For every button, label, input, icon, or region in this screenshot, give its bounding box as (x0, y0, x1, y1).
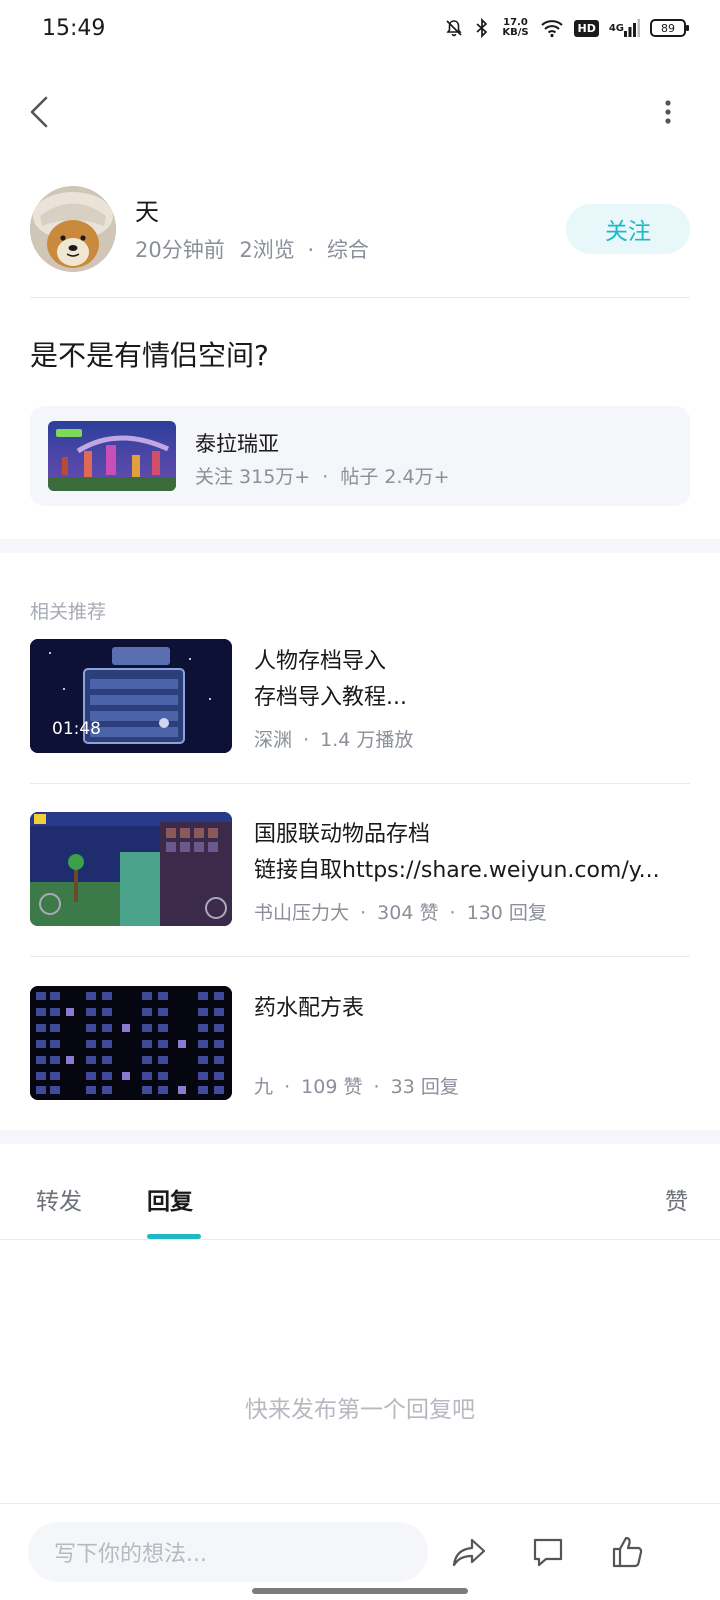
status-icons: 17.0 KB/S HD 4G 89 (444, 18, 689, 38)
share-icon (452, 1538, 486, 1567)
section-divider (0, 539, 720, 553)
status-bar: 15:49 17.0 KB/S HD 4G 89 (0, 0, 720, 64)
wifi-icon (540, 18, 564, 38)
signal-label: 4G (608, 22, 624, 34)
divider (30, 297, 690, 298)
forum-card[interactable]: 泰拉瑞亚 关注 315万+ · 帖子 2.4万+ (30, 406, 690, 506)
tab-reply[interactable]: 回复 (147, 1182, 193, 1216)
back-arrow-icon (30, 96, 48, 128)
list-item-author: 深渊 (254, 729, 293, 751)
list-item-stat: 1.4 万播放 (320, 729, 414, 751)
forum-followers: 关注 315万+ (195, 466, 311, 488)
meta-separator: · (307, 238, 315, 262)
author-meta: 20分钟前 2浏览 · 综合 (135, 234, 369, 264)
section-divider (0, 1130, 720, 1144)
signal-icon: 4G (609, 19, 640, 37)
battery-icon: 89 (650, 19, 689, 37)
meta-separator: · (284, 1076, 291, 1098)
forum-name: 泰拉瑞亚 (195, 432, 279, 456)
back-button[interactable] (24, 94, 56, 130)
post-category: 综合 (326, 238, 369, 262)
view-count: 2浏览 (239, 238, 295, 262)
meta-separator: · (303, 729, 310, 751)
home-indicator[interactable] (252, 1588, 468, 1594)
list-item-meta: 九 · 109 赞 · 33 回复 (254, 1072, 459, 1099)
tab-forward[interactable]: 转发 (36, 1182, 82, 1216)
author-name[interactable]: 天 (135, 192, 159, 227)
list-item-author: 九 (254, 1076, 274, 1098)
author-row: 天 20分钟前 2浏览 · 综合 关注 (30, 186, 690, 274)
tab-indicator (147, 1234, 201, 1239)
list-item-replies: 130 回复 (466, 902, 547, 924)
meta-separator: · (449, 902, 456, 924)
list-item[interactable]: 01:48 人物存档导入 存档导入教程... 深渊 · 1.4 万播放 (30, 639, 690, 755)
list-item-subtitle: 存档导入教程... (254, 685, 407, 710)
divider (30, 783, 690, 784)
list-item-title: 人物存档导入 (254, 649, 387, 674)
recommend-header: 相关推荐 (30, 601, 107, 623)
list-item-author: 书山压力大 (254, 902, 350, 924)
more-options-button[interactable] (656, 94, 680, 130)
post-thumbnail (30, 812, 232, 926)
list-item-subtitle: 链接自取https://share.weiyun.com/y... (254, 858, 660, 883)
comment-button[interactable] (530, 1534, 566, 1570)
net-speed: 17.0 KB/S (500, 18, 530, 38)
comment-tabs: 转发 回复 赞 (0, 1160, 720, 1240)
list-item-likes: 304 赞 (377, 902, 439, 924)
list-item[interactable]: 药水配方表 九 · 109 赞 · 33 回复 (30, 986, 690, 1102)
bottom-bar: 写下你的想法... (0, 1503, 720, 1600)
tab-like[interactable]: 赞 (665, 1182, 688, 1216)
divider (30, 956, 690, 957)
list-item-meta: 书山压力大 · 304 赞 · 130 回复 (254, 898, 547, 925)
forum-stats: 关注 315万+ · 帖子 2.4万+ (195, 462, 450, 489)
forum-posts: 帖子 2.4万+ (340, 466, 450, 488)
forum-stats-separator: · (322, 466, 329, 488)
net-speed-unit: KB/S (502, 27, 529, 38)
follow-button[interactable]: 关注 (566, 204, 690, 254)
list-item-meta: 深渊 · 1.4 万播放 (254, 725, 413, 752)
like-button[interactable] (610, 1534, 646, 1570)
list-item-likes: 109 赞 (301, 1076, 363, 1098)
thumbs-up-icon (612, 1536, 643, 1568)
avatar[interactable] (30, 186, 116, 272)
mute-bell-icon (444, 18, 464, 38)
post-thumbnail (30, 986, 232, 1100)
more-vertical-icon (665, 100, 671, 124)
empty-state-text: 快来发布第一个回复吧 (245, 1397, 475, 1423)
list-item-title: 药水配方表 (254, 996, 365, 1021)
video-duration: 01:48 (52, 719, 101, 739)
share-button[interactable] (452, 1534, 488, 1570)
comment-icon (533, 1538, 563, 1567)
list-item-replies: 33 回复 (390, 1076, 459, 1098)
forum-thumbnail (48, 421, 176, 491)
meta-separator: · (373, 1076, 380, 1098)
video-thumbnail: 01:48 (30, 639, 232, 753)
nav-bar (0, 80, 720, 144)
meta-separator: · (360, 902, 367, 924)
comment-input[interactable]: 写下你的想法... (28, 1522, 428, 1582)
bluetooth-icon (474, 18, 490, 38)
post-time: 20分钟前 (135, 238, 225, 262)
battery-level: 89 (661, 21, 675, 35)
hd-badge: HD (574, 19, 599, 37)
list-item-title: 国服联动物品存档 (254, 822, 431, 847)
list-item[interactable]: 国服联动物品存档 链接自取https://share.weiyun.com/y.… (30, 812, 690, 928)
status-time: 15:49 (42, 16, 106, 41)
post-title: 是不是有情侣空间? (30, 339, 269, 372)
